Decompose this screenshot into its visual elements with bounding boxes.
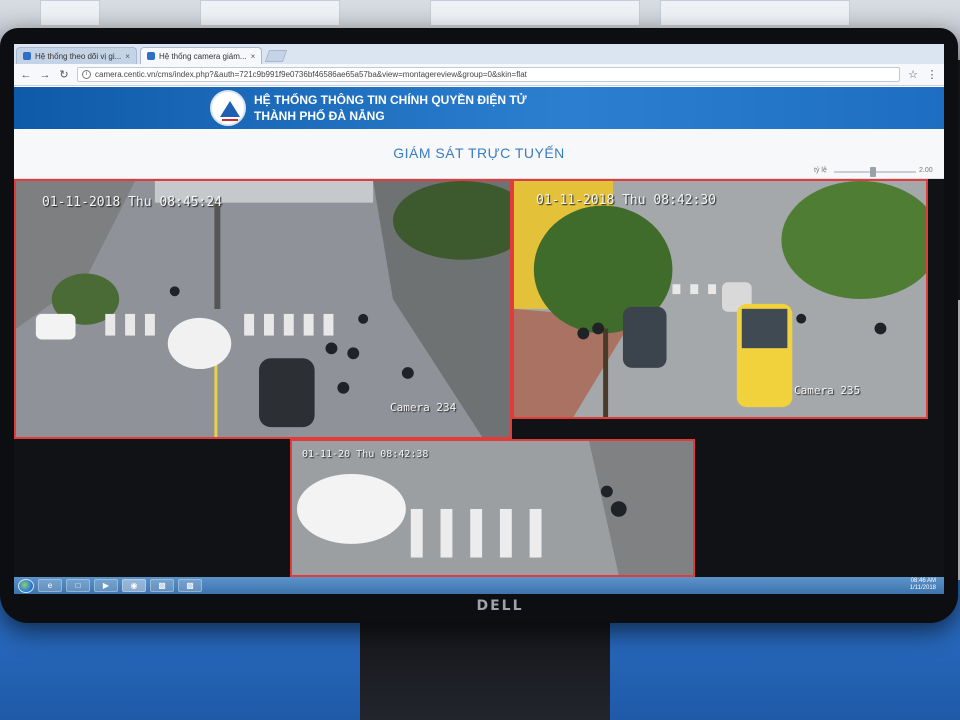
tray-time: 08:46 AM (910, 578, 936, 584)
reload-icon[interactable]: ↻ (58, 68, 70, 81)
zoom-label: tỷ lệ (814, 167, 827, 174)
tab-label: Hệ thống camera giám... (158, 51, 247, 61)
zoom-value: 2.00 (919, 167, 933, 174)
new-tab-button[interactable] (265, 50, 288, 62)
monitor: Hệ thống theo dõi vị gi... × Hệ thống ca… (0, 28, 958, 623)
favicon-icon (146, 52, 155, 60)
start-button[interactable] (18, 578, 34, 593)
favicon-icon (23, 52, 31, 60)
camera-montage: 01-11-2018 Thu 08:45:24 Camera 234 01-11… (14, 179, 944, 577)
screen: Hệ thống theo dõi vị gi... × Hệ thống ca… (14, 44, 944, 594)
windows-taskbar: e □ ▶ ◉ ▩ ▩ 08:46 AM 1/11/2018 (14, 577, 944, 594)
wall-paper-sheet (660, 0, 850, 26)
page-header: GIÁM SÁT TRỰC TUYẾN tỷ lệ 2.00 (14, 129, 944, 179)
url-text: camera.centic.vn/cms/index.php?&auth=721… (95, 70, 527, 79)
camera-image (16, 181, 510, 437)
browser-tab-active[interactable]: Hệ thống camera giám... × (139, 47, 263, 64)
address-bar: ← → ↻ i camera.centic.vn/cms/index.php?&… (14, 64, 944, 86)
camera-timestamp: 01-11-2018 Thu 08:45:24 (42, 195, 223, 210)
close-icon[interactable]: × (251, 52, 256, 61)
site-title-line1: HỆ THỐNG THÔNG TIN CHÍNH QUYỀN ĐIỆN TỬ (254, 93, 527, 107)
wall-paper-sheet (430, 0, 640, 26)
bookmark-star-icon[interactable]: ☆ (907, 68, 919, 81)
zoom-slider-handle[interactable] (870, 167, 876, 177)
site-title-line2: THÀNH PHỐ ĐÀ NẴNG (254, 109, 385, 123)
info-icon[interactable]: i (82, 70, 91, 79)
url-input[interactable]: i camera.centic.vn/cms/index.php?&auth=7… (77, 67, 900, 82)
taskbar-app-icon[interactable]: ▩ (178, 579, 202, 592)
camera-image (292, 441, 693, 575)
close-icon[interactable]: × (125, 52, 130, 61)
wall-paper-sheet (40, 0, 100, 26)
page-title: GIÁM SÁT TRỰC TUYẾN (393, 145, 565, 161)
tray-date: 1/11/2018 (909, 585, 936, 591)
back-arrow-icon[interactable]: ← (20, 69, 32, 81)
site-title: HỆ THỐNG THÔNG TIN CHÍNH QUYỀN ĐIỆN TỬ T… (254, 92, 527, 124)
camera-feed-235[interactable]: 01-11-2018 Thu 08:42:30 Camera 235 (512, 179, 928, 419)
tab-label: Hệ thống theo dõi vị gi... (35, 51, 122, 61)
camera-image (514, 181, 926, 417)
camera-timestamp: 01-11-20 Thu 08:42:38 (302, 449, 429, 460)
browser-tab[interactable]: Hệ thống theo dõi vị gi... × (16, 47, 137, 64)
city-logo-icon[interactable] (210, 90, 246, 126)
camera-name: Camera 235 (794, 384, 861, 397)
media-player-icon[interactable]: ▶ (94, 579, 118, 592)
camera-feed-3[interactable]: 01-11-20 Thu 08:42:38 (290, 439, 695, 577)
camera-timestamp: 01-11-2018 Thu 08:42:30 (536, 193, 717, 208)
system-tray[interactable]: 08:46 AM 1/11/2018 (910, 578, 936, 592)
camera-feed-234[interactable]: 01-11-2018 Thu 08:45:24 Camera 234 (14, 179, 512, 439)
taskbar-app-icon[interactable]: ▩ (150, 579, 174, 592)
browser-tab-bar: Hệ thống theo dõi vị gi... × Hệ thống ca… (14, 44, 944, 64)
camera-name: Camera 234 (390, 401, 457, 414)
forward-arrow-icon[interactable]: → (39, 69, 51, 81)
explorer-icon[interactable]: □ (66, 579, 90, 592)
site-banner: HỆ THỐNG THÔNG TIN CHÍNH QUYỀN ĐIỆN TỬ T… (14, 87, 944, 129)
menu-icon[interactable]: ⋮ (926, 68, 938, 81)
chrome-icon[interactable]: ◉ (122, 579, 146, 592)
ie-icon[interactable]: e (38, 579, 62, 592)
wall-paper-sheet (200, 0, 340, 26)
monitor-brand-logo: DELL (476, 598, 524, 614)
